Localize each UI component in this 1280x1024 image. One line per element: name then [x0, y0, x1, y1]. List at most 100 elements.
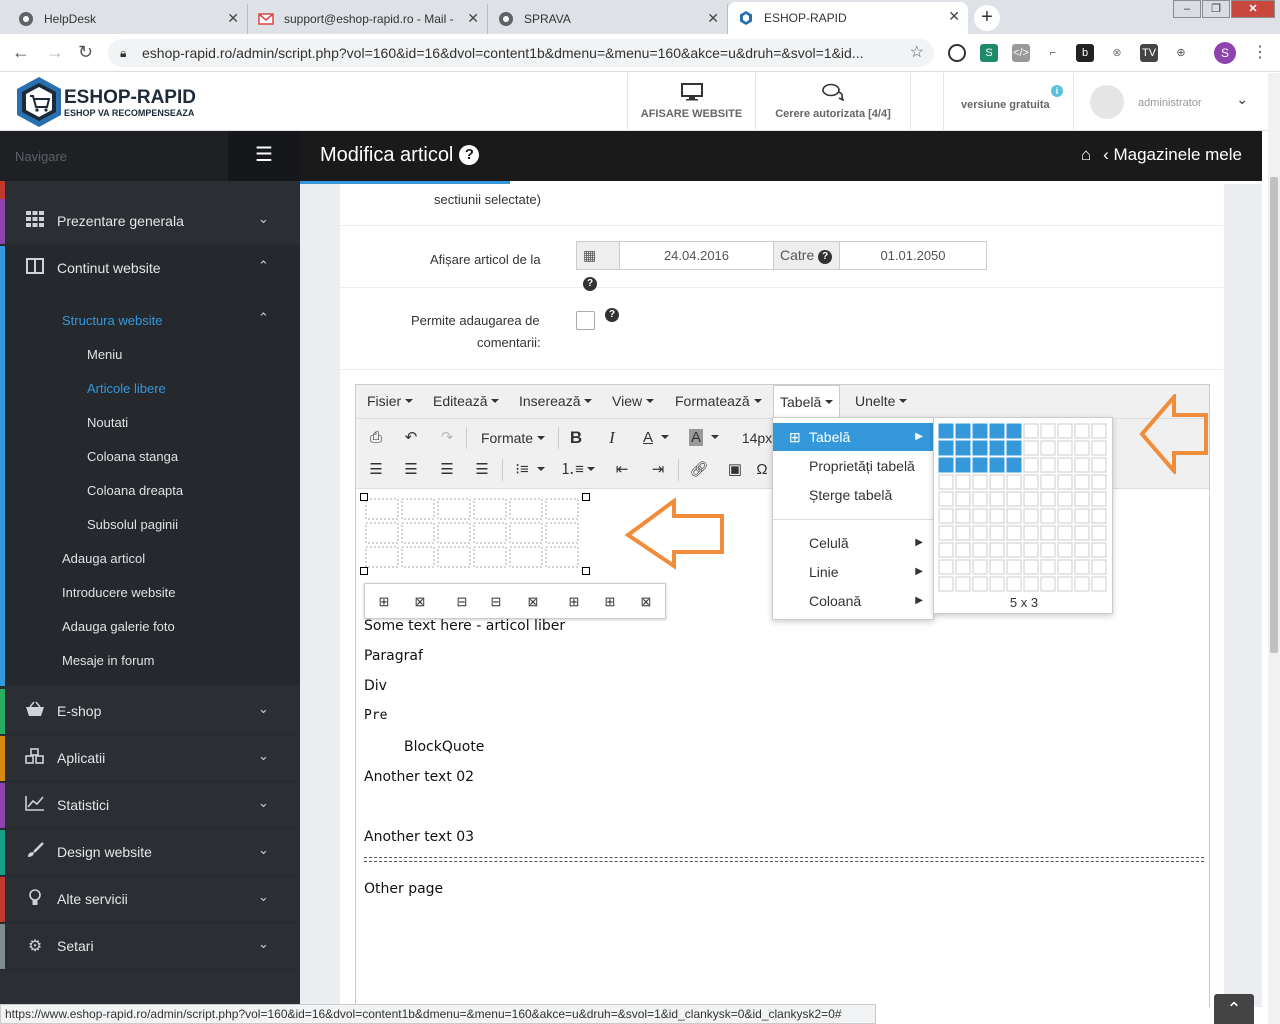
- table-cell[interactable]: [401, 546, 435, 568]
- chevron-down-icon[interactable]: [582, 457, 596, 483]
- menu-item-cell[interactable]: Celulă ▶: [773, 529, 933, 557]
- chevron-down-icon[interactable]: [532, 457, 546, 483]
- grid-cell[interactable]: [1023, 508, 1039, 524]
- user-menu[interactable]: administrator ⌄: [1073, 73, 1268, 131]
- grid-cell[interactable]: [1074, 457, 1090, 473]
- sidebar-item-settings[interactable]: ⚙ Setari ⌄: [0, 924, 300, 970]
- grid-cell[interactable]: [938, 474, 954, 490]
- grid-cell[interactable]: [1091, 542, 1107, 558]
- table-cell[interactable]: [401, 522, 435, 544]
- requests-button[interactable]: Cerere autorizata [4/4]: [755, 73, 911, 131]
- bold-icon[interactable]: B: [562, 425, 590, 451]
- grid-cell[interactable]: [1057, 559, 1073, 575]
- sidebar-item-stats[interactable]: Statistici ⌄: [0, 783, 300, 829]
- grid-cell[interactable]: [1074, 576, 1090, 592]
- browser-tab-mail[interactable]: support@eshop-rapid.ro - Mail - ✕: [248, 4, 488, 34]
- window-close-icon[interactable]: ✕: [1231, 0, 1275, 18]
- grid-cell[interactable]: [989, 474, 1005, 490]
- grid-cell[interactable]: [1074, 508, 1090, 524]
- new-tab-button[interactable]: +: [974, 5, 1000, 31]
- grid-cell[interactable]: [989, 423, 1005, 439]
- sidebar-sub-right-col[interactable]: Coloana dreapta: [87, 483, 183, 498]
- grid-cell[interactable]: [955, 440, 971, 456]
- table-cell[interactable]: [473, 546, 507, 568]
- sidebar-sub-gallery[interactable]: Adauga galerie foto: [62, 619, 175, 634]
- table-cell[interactable]: [545, 498, 579, 520]
- table-size-grid[interactable]: [934, 418, 1114, 593]
- grid-cell[interactable]: [1091, 508, 1107, 524]
- close-icon[interactable]: ✕: [227, 10, 239, 27]
- align-left-icon[interactable]: ☰: [362, 457, 390, 483]
- address-bar[interactable]: 🔒︎ eshop-rapid.ro/admin/script.php?vol=1…: [108, 39, 934, 67]
- version-badge[interactable]: versiune gratuita i: [943, 73, 1073, 131]
- menu-item-delete-table[interactable]: Șterge tabelă: [773, 481, 933, 509]
- grid-cell[interactable]: [1040, 542, 1056, 558]
- extension-icon[interactable]: b: [1076, 44, 1094, 62]
- delete-table-icon[interactable]: ⊠: [409, 592, 431, 612]
- table-cell[interactable]: [473, 522, 507, 544]
- grid-cell[interactable]: [1006, 525, 1022, 541]
- grid-cell[interactable]: [1074, 542, 1090, 558]
- help-icon[interactable]: ?: [459, 145, 480, 165]
- grid-cell[interactable]: [1006, 474, 1022, 490]
- grid-cell[interactable]: [1040, 440, 1056, 456]
- grid-cell[interactable]: [955, 457, 971, 473]
- grid-cell[interactable]: [972, 576, 988, 592]
- grid-cell[interactable]: [1091, 423, 1107, 439]
- grid-cell[interactable]: [989, 542, 1005, 558]
- grid-cell[interactable]: [972, 457, 988, 473]
- table-cell[interactable]: [509, 546, 543, 568]
- grid-cell[interactable]: [938, 423, 954, 439]
- page-scrollbar[interactable]: [1268, 73, 1280, 1024]
- grid-cell[interactable]: [972, 508, 988, 524]
- menu-item-column[interactable]: Coloană ▶: [773, 587, 933, 615]
- menu-tools[interactable]: Unelte: [849, 385, 913, 418]
- sidebar-item-eshop[interactable]: E-shop ⌄: [0, 689, 300, 735]
- profile-avatar[interactable]: S: [1214, 42, 1236, 64]
- sidebar-sub-articles[interactable]: Articole libere: [87, 381, 166, 396]
- redo-icon[interactable]: ↷: [433, 425, 461, 451]
- grid-cell[interactable]: [938, 508, 954, 524]
- menu-item-row[interactable]: Linie ▶: [773, 558, 933, 586]
- align-center-icon[interactable]: ☰: [397, 457, 425, 483]
- grid-cell[interactable]: [1091, 440, 1107, 456]
- grid-cell[interactable]: [1057, 576, 1073, 592]
- table-size-picker[interactable]: 5 x 3: [933, 417, 1113, 614]
- grid-cell[interactable]: [1040, 559, 1056, 575]
- grid-cell[interactable]: [1074, 474, 1090, 490]
- preview-icon[interactable]: ⎙: [362, 425, 390, 451]
- grid-cell[interactable]: [1091, 559, 1107, 575]
- menu-item-table[interactable]: ⊞ Tabelă ▶: [773, 423, 933, 451]
- italic-icon[interactable]: I: [598, 425, 626, 451]
- grid-cell[interactable]: [1040, 508, 1056, 524]
- grid-cell[interactable]: [989, 525, 1005, 541]
- menu-edit[interactable]: Editează: [427, 385, 505, 418]
- table-cell[interactable]: [437, 522, 471, 544]
- code-icon[interactable]: </>: [1012, 44, 1030, 62]
- grid-cell[interactable]: [1006, 559, 1022, 575]
- sidebar-sub-footer[interactable]: Subsolul paginii: [87, 517, 178, 532]
- grid-cell[interactable]: [1057, 542, 1073, 558]
- date-from-input[interactable]: 24.04.2016: [619, 241, 774, 270]
- hamburger-icon[interactable]: ☰: [228, 131, 300, 181]
- scroll-to-top-button[interactable]: ⌃: [1214, 994, 1254, 1024]
- grid-cell[interactable]: [938, 542, 954, 558]
- grid-cell[interactable]: [972, 525, 988, 541]
- table-cell[interactable]: [365, 498, 399, 520]
- table-cell[interactable]: [509, 498, 543, 520]
- maximize-icon[interactable]: ❐: [1202, 0, 1230, 18]
- star-icon[interactable]: ☆: [910, 39, 924, 67]
- indent-icon[interactable]: ⇥: [644, 457, 672, 483]
- tv-icon[interactable]: TV: [1140, 44, 1158, 62]
- resize-handle[interactable]: [360, 567, 368, 575]
- back-icon[interactable]: ←: [12, 42, 30, 63]
- extension-icon[interactable]: ⌐: [1044, 44, 1062, 62]
- table-props-icon[interactable]: ⊞: [373, 592, 395, 612]
- grid-cell[interactable]: [955, 474, 971, 490]
- font-size-dropdown[interactable]: 14px: [740, 425, 774, 451]
- grid-cell[interactable]: [1006, 457, 1022, 473]
- undo-icon[interactable]: ↶: [397, 425, 425, 451]
- menu-format[interactable]: Formatează: [669, 385, 768, 418]
- extension-icon[interactable]: [948, 44, 966, 62]
- grid-cell[interactable]: [1091, 576, 1107, 592]
